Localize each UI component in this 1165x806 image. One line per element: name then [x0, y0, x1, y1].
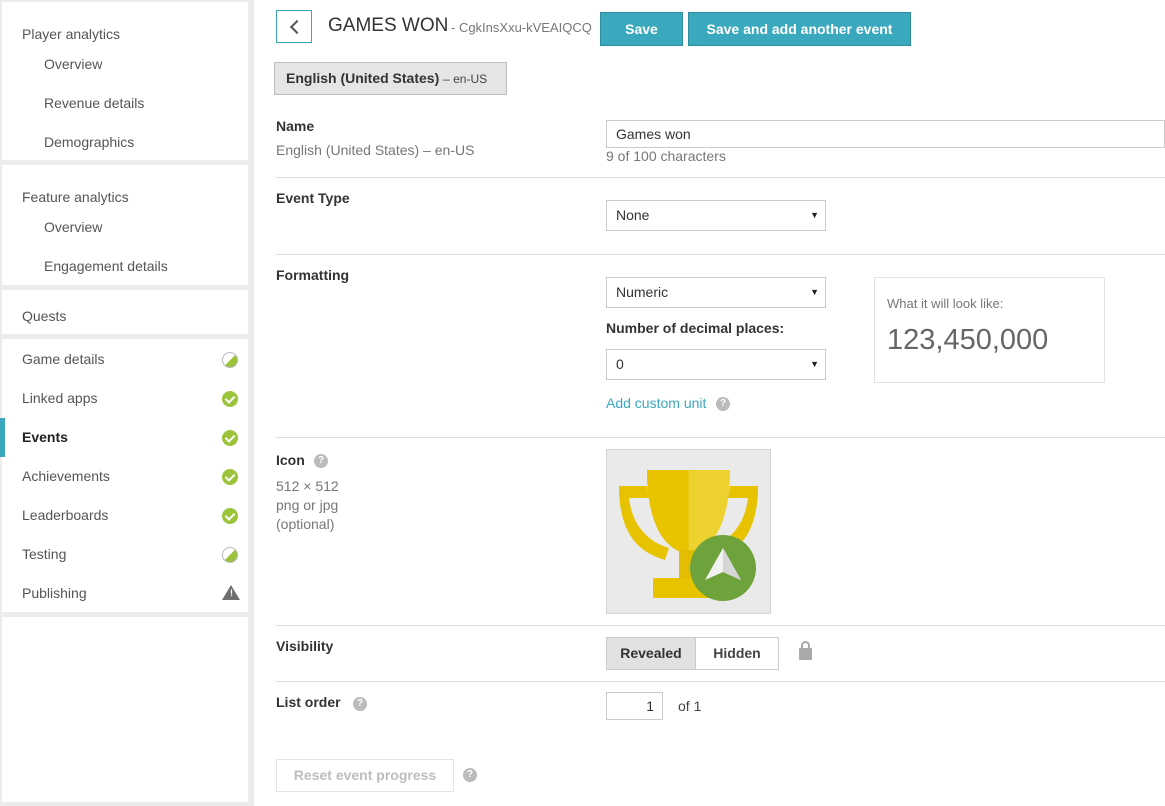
- visibility-label: Visibility: [276, 638, 334, 654]
- warning-icon: !: [222, 585, 240, 600]
- help-icon[interactable]: ?: [463, 768, 477, 782]
- char-count: 9 of 100 characters: [606, 148, 726, 164]
- event-icon-upload[interactable]: [606, 449, 771, 614]
- sidebar-item-demographics[interactable]: Demographics: [44, 134, 134, 150]
- hidden-option[interactable]: Hidden: [695, 637, 779, 670]
- game-setup-nav: Game details Linked apps Events Achievem…: [0, 339, 248, 613]
- back-button[interactable]: [276, 10, 312, 43]
- chevron-down-icon: ▼: [810, 359, 819, 369]
- save-and-add-button[interactable]: Save and add another event: [688, 12, 911, 46]
- divider: [276, 681, 1165, 682]
- check-icon: [222, 508, 238, 524]
- formatting-label: Formatting: [276, 267, 350, 283]
- page-title: GAMES WON: [328, 15, 449, 36]
- sidebar-item-events[interactable]: Events: [0, 418, 248, 457]
- save-button[interactable]: Save: [600, 12, 683, 46]
- language-name: English (United States): [286, 70, 440, 86]
- sidebar-item-quests[interactable]: Quests: [22, 308, 66, 324]
- feature-analytics-heading[interactable]: Feature analytics: [22, 189, 129, 205]
- decimal-places-label: Number of decimal places:: [606, 320, 785, 336]
- icon-formats: png or jpg: [276, 497, 339, 513]
- trophy-icon: [619, 470, 758, 601]
- sidebar-item-label: Testing: [22, 546, 67, 562]
- check-icon: [222, 391, 238, 407]
- sidebar-item-label: Events: [22, 429, 68, 445]
- name-input[interactable]: [606, 120, 1165, 148]
- help-icon[interactable]: ?: [353, 697, 367, 711]
- language-code: – en-US: [443, 72, 488, 86]
- sidebar-item-label: Leaderboards: [22, 507, 109, 523]
- revealed-option[interactable]: Revealed: [606, 637, 696, 670]
- event-editor: GAMES WON - CgkInsXxu-kVEAIQCQ Save Save…: [254, 0, 1165, 806]
- sidebar-item-testing[interactable]: Testing: [2, 535, 248, 574]
- sidebar: Player analytics Overview Revenue detail…: [0, 0, 254, 806]
- event-id: - CgkInsXxu-kVEAIQCQ: [451, 20, 592, 35]
- list-order-label: List order: [276, 694, 341, 710]
- help-icon[interactable]: ?: [314, 454, 328, 468]
- event-type-select[interactable]: None ▼: [606, 200, 826, 231]
- sidebar-item-engagement-details[interactable]: Engagement details: [44, 258, 168, 274]
- sidebar-item-game-details[interactable]: Game details: [2, 340, 248, 379]
- chevron-down-icon: ▼: [810, 210, 819, 220]
- sidebar-item-linked-apps[interactable]: Linked apps: [2, 379, 248, 418]
- sidebar-item-label: Achievements: [22, 468, 110, 484]
- list-order-input[interactable]: [606, 692, 663, 720]
- sidebar-item-publishing[interactable]: Publishing !: [2, 574, 248, 613]
- feature-analytics-section: Feature analytics Overview Engagement de…: [2, 165, 248, 285]
- chevron-down-icon: ▼: [810, 287, 819, 297]
- quests-section: Quests: [2, 290, 248, 334]
- preview-value: 123,450,000: [887, 324, 1049, 356]
- player-analytics-section: Player analytics Overview Revenue detail…: [2, 2, 248, 160]
- partial-icon: [222, 547, 238, 563]
- decimal-places-select[interactable]: 0 ▼: [606, 349, 826, 380]
- format-preview: What it will look like: 123,450,000: [874, 277, 1105, 383]
- language-button[interactable]: English (United States) – en-US: [274, 62, 507, 95]
- list-order-total: of 1: [678, 698, 702, 714]
- partial-icon: [222, 352, 238, 368]
- sidebar-item-label: Publishing: [22, 585, 87, 601]
- reset-event-progress-button[interactable]: Reset event progress: [276, 759, 454, 792]
- player-analytics-heading[interactable]: Player analytics: [22, 26, 120, 42]
- icon-size: 512 × 512: [276, 478, 339, 494]
- event-type-value: None: [616, 207, 650, 223]
- icon-label: Icon: [276, 452, 305, 468]
- add-custom-unit-link[interactable]: Add custom unit: [606, 395, 706, 411]
- divider: [276, 625, 1165, 626]
- icon-optional: (optional): [276, 516, 335, 532]
- sidebar-filler: [2, 617, 248, 802]
- sidebar-item-label: Game details: [22, 351, 105, 367]
- sidebar-item-label: Linked apps: [22, 390, 98, 406]
- check-icon: [222, 469, 238, 485]
- name-locale: English (United States) – en-US: [276, 142, 475, 158]
- formatting-value: Numeric: [616, 284, 669, 300]
- sidebar-item-achievements[interactable]: Achievements: [2, 457, 248, 496]
- decimal-places-value: 0: [616, 356, 624, 372]
- check-icon: [222, 430, 238, 446]
- lock-icon: [799, 641, 812, 660]
- formatting-select[interactable]: Numeric ▼: [606, 277, 826, 308]
- event-type-label: Event Type: [276, 190, 350, 206]
- divider: [276, 254, 1165, 255]
- sidebar-item-overview[interactable]: Overview: [44, 56, 102, 72]
- sidebar-item-revenue-details[interactable]: Revenue details: [44, 95, 144, 111]
- name-label: Name: [276, 118, 315, 134]
- preview-label: What it will look like:: [887, 296, 1004, 311]
- help-icon[interactable]: ?: [716, 397, 730, 411]
- divider: [276, 177, 1165, 178]
- divider: [276, 437, 1165, 438]
- sidebar-item-leaderboards[interactable]: Leaderboards: [2, 496, 248, 535]
- sidebar-item-feature-overview[interactable]: Overview: [44, 219, 102, 235]
